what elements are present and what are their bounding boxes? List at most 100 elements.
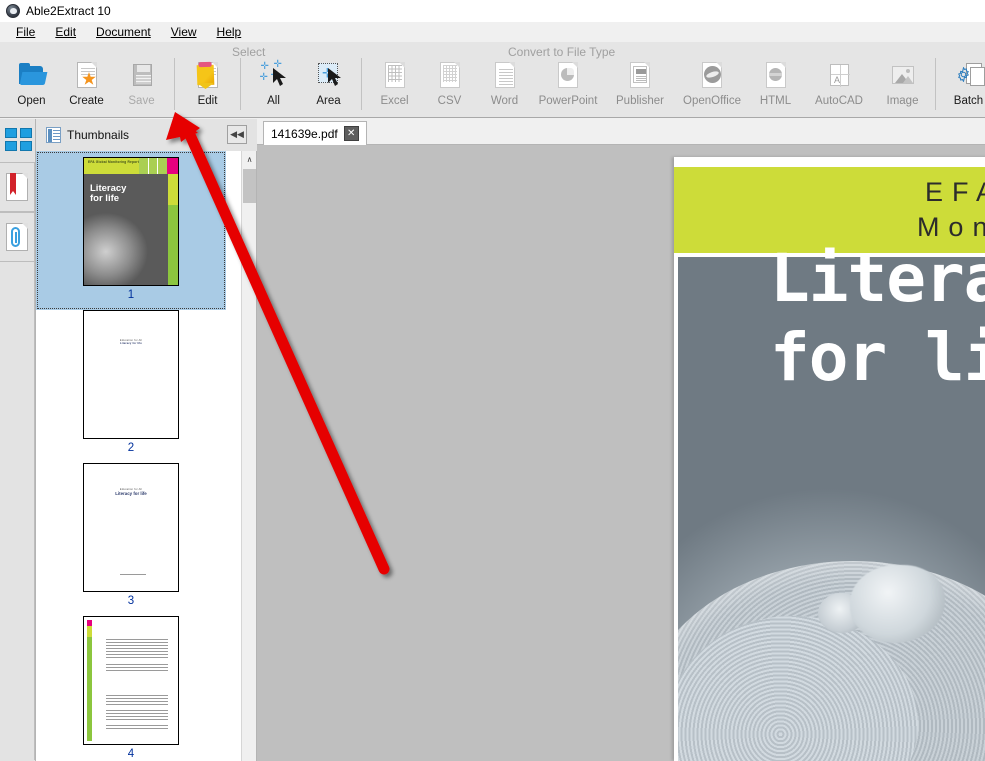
toolbar-button-batch-label: Batch (953, 95, 984, 107)
toolbar-button-csv[interactable]: CSV (422, 56, 477, 116)
autocad-icon: A (822, 60, 856, 92)
toolbar-button-select-area-label: Area (316, 95, 341, 107)
title-bar: Able2Extract 10 (0, 0, 985, 22)
menu-document-label: Document (96, 25, 151, 39)
thumbnail-page-4[interactable]: 4 (36, 616, 226, 761)
pdf-viewer[interactable]: EFA G Monitoring R Literac for life (257, 145, 985, 761)
menu-view-label: View (170, 25, 197, 39)
toolbar-button-edit[interactable]: Edit (180, 56, 235, 116)
toolbar-button-autocad-label: AutoCAD (815, 95, 863, 107)
excel-icon (378, 60, 412, 92)
publisher-icon (623, 60, 657, 92)
toolbar-button-select-all[interactable]: ✛ ✛ ✛ ✛ All (246, 56, 301, 116)
left-icon-rail (0, 119, 36, 761)
collapse-panel-button[interactable]: ◀◀ (227, 125, 247, 144)
rail-empty-area (0, 262, 35, 760)
thumbnails-grid-icon[interactable] (4, 127, 32, 151)
pdf-page-1: EFA G Monitoring R Literac for life (674, 157, 985, 761)
rail-button-bookmarks[interactable] (0, 162, 35, 212)
toolbar-button-powerpoint-label: PowerPoint (538, 95, 598, 107)
paperclip-icon (6, 223, 28, 251)
toolbar-separator (935, 58, 936, 110)
toolbar-button-open-label: Open (17, 95, 46, 107)
thumbnails-scrollbar[interactable]: ∧ (241, 151, 256, 761)
edit-pencil-icon (191, 60, 225, 92)
close-icon[interactable]: ✕ (343, 126, 359, 141)
cover-header-text: EFA Global Monitoring Report (88, 160, 139, 164)
toolbar-button-word[interactable]: Word (477, 56, 532, 116)
menu-bar: File Edit Document View Help (0, 22, 985, 42)
save-floppy-icon (125, 60, 159, 92)
thumbnails-panel-header: Thumbnails ◀◀ (36, 119, 257, 151)
toolbar-button-open[interactable]: Open (4, 56, 59, 116)
toolbar-button-create-label: Create (69, 95, 104, 107)
pdf-cover-title-line2: for life (770, 318, 985, 396)
toolbar-button-image[interactable]: Image (875, 56, 930, 116)
thumbnails-panel-title: Thumbnails (67, 128, 130, 142)
thumbnail-preview-2: Education for All Literacy for life (83, 310, 179, 439)
select-area-icon: ✛ (312, 60, 346, 92)
thumbnail-number-3: 3 (127, 595, 135, 607)
thumbnail-number-4: 4 (127, 748, 135, 760)
toolbar-button-save-label: Save (128, 95, 155, 107)
image-icon (886, 60, 920, 92)
menu-document[interactable]: Document (86, 24, 161, 40)
toolbar-button-openoffice[interactable]: OpenOffice (676, 56, 748, 116)
main-toolbar: Select Convert to File Type Open Create … (0, 42, 985, 118)
create-page-icon (70, 60, 104, 92)
html-icon (759, 60, 793, 92)
toolbar-button-image-label: Image (886, 95, 919, 107)
thumbnail-number-2: 2 (127, 442, 135, 454)
menu-help-label: Help (216, 25, 242, 39)
document-tab-141639e[interactable]: 141639e.pdf ✕ (263, 121, 367, 145)
thumbnail-preview-4 (83, 616, 179, 745)
thumbnail-page-1[interactable]: EFA Global Monitoring Report Literacy fo… (36, 151, 226, 310)
menu-help[interactable]: Help (207, 24, 252, 40)
powerpoint-icon (551, 60, 585, 92)
toolbar-button-html-label: HTML (759, 95, 792, 107)
bookmark-ribbon-icon (6, 173, 28, 201)
toolbar-button-csv-label: CSV (437, 95, 462, 107)
thumbnail-page-3[interactable]: Education for All Literacy for life 3 (36, 463, 226, 616)
toolbar-separator (174, 58, 175, 110)
menu-file-label: File (16, 25, 36, 39)
toolbar-button-edit-label: Edit (197, 95, 218, 107)
toolbar-button-select-all-label: All (267, 95, 280, 107)
pdf-band-line2: Monitoring R (916, 212, 985, 242)
csv-icon (433, 60, 467, 92)
application-window: Able2Extract 10 File Edit Document View … (0, 0, 985, 761)
thumbnail-preview-cover: EFA Global Monitoring Report Literacy fo… (83, 157, 179, 286)
app-logo-icon (6, 4, 20, 18)
toolbar-button-openoffice-label: OpenOffice (683, 95, 741, 107)
thumbnail-preview-3: Education for All Literacy for life (83, 463, 179, 592)
menu-view[interactable]: View (161, 24, 207, 40)
thumbnail-page-2[interactable]: Education for All Literacy for life 2 (36, 310, 226, 463)
toolbar-button-excel[interactable]: Excel (367, 56, 422, 116)
toolbar-separator (361, 58, 362, 110)
menu-edit[interactable]: Edit (45, 24, 86, 40)
scroll-up-arrow-icon[interactable]: ∧ (242, 151, 256, 167)
toolbar-button-powerpoint[interactable]: PowerPoint (532, 56, 604, 116)
word-icon (488, 60, 522, 92)
select-all-icon: ✛ ✛ ✛ ✛ (257, 60, 291, 92)
pdf-cover-title-line1: Literac (770, 240, 985, 317)
toolbar-button-publisher[interactable]: Publisher (604, 56, 676, 116)
toolbar-button-html[interactable]: HTML (748, 56, 803, 116)
toolbar-button-batch[interactable]: Batch (941, 56, 985, 116)
toolbar-button-select-area[interactable]: ✛ Area (301, 56, 356, 116)
toolbar-button-publisher-label: Publisher (616, 95, 664, 107)
toolbar-button-create[interactable]: Create (59, 56, 114, 116)
pdf-cover-title: Literac for life (770, 246, 985, 396)
thumbnails-list-icon (46, 127, 61, 143)
rail-button-attachments[interactable] (0, 212, 35, 262)
toolbar-separator (240, 58, 241, 110)
pdf-band-line1: EFA G (924, 177, 985, 207)
scrollbar-thumb[interactable] (243, 169, 256, 203)
thumbnail-number-1: 1 (127, 289, 135, 301)
toolbar-button-save[interactable]: Save (114, 56, 169, 116)
openoffice-icon (695, 60, 729, 92)
menu-file[interactable]: File (6, 24, 45, 40)
thumbnails-list: EFA Global Monitoring Report Literacy fo… (36, 151, 226, 761)
toolbar-button-autocad[interactable]: A AutoCAD (803, 56, 875, 116)
cover-title-line2: for life (90, 193, 120, 204)
